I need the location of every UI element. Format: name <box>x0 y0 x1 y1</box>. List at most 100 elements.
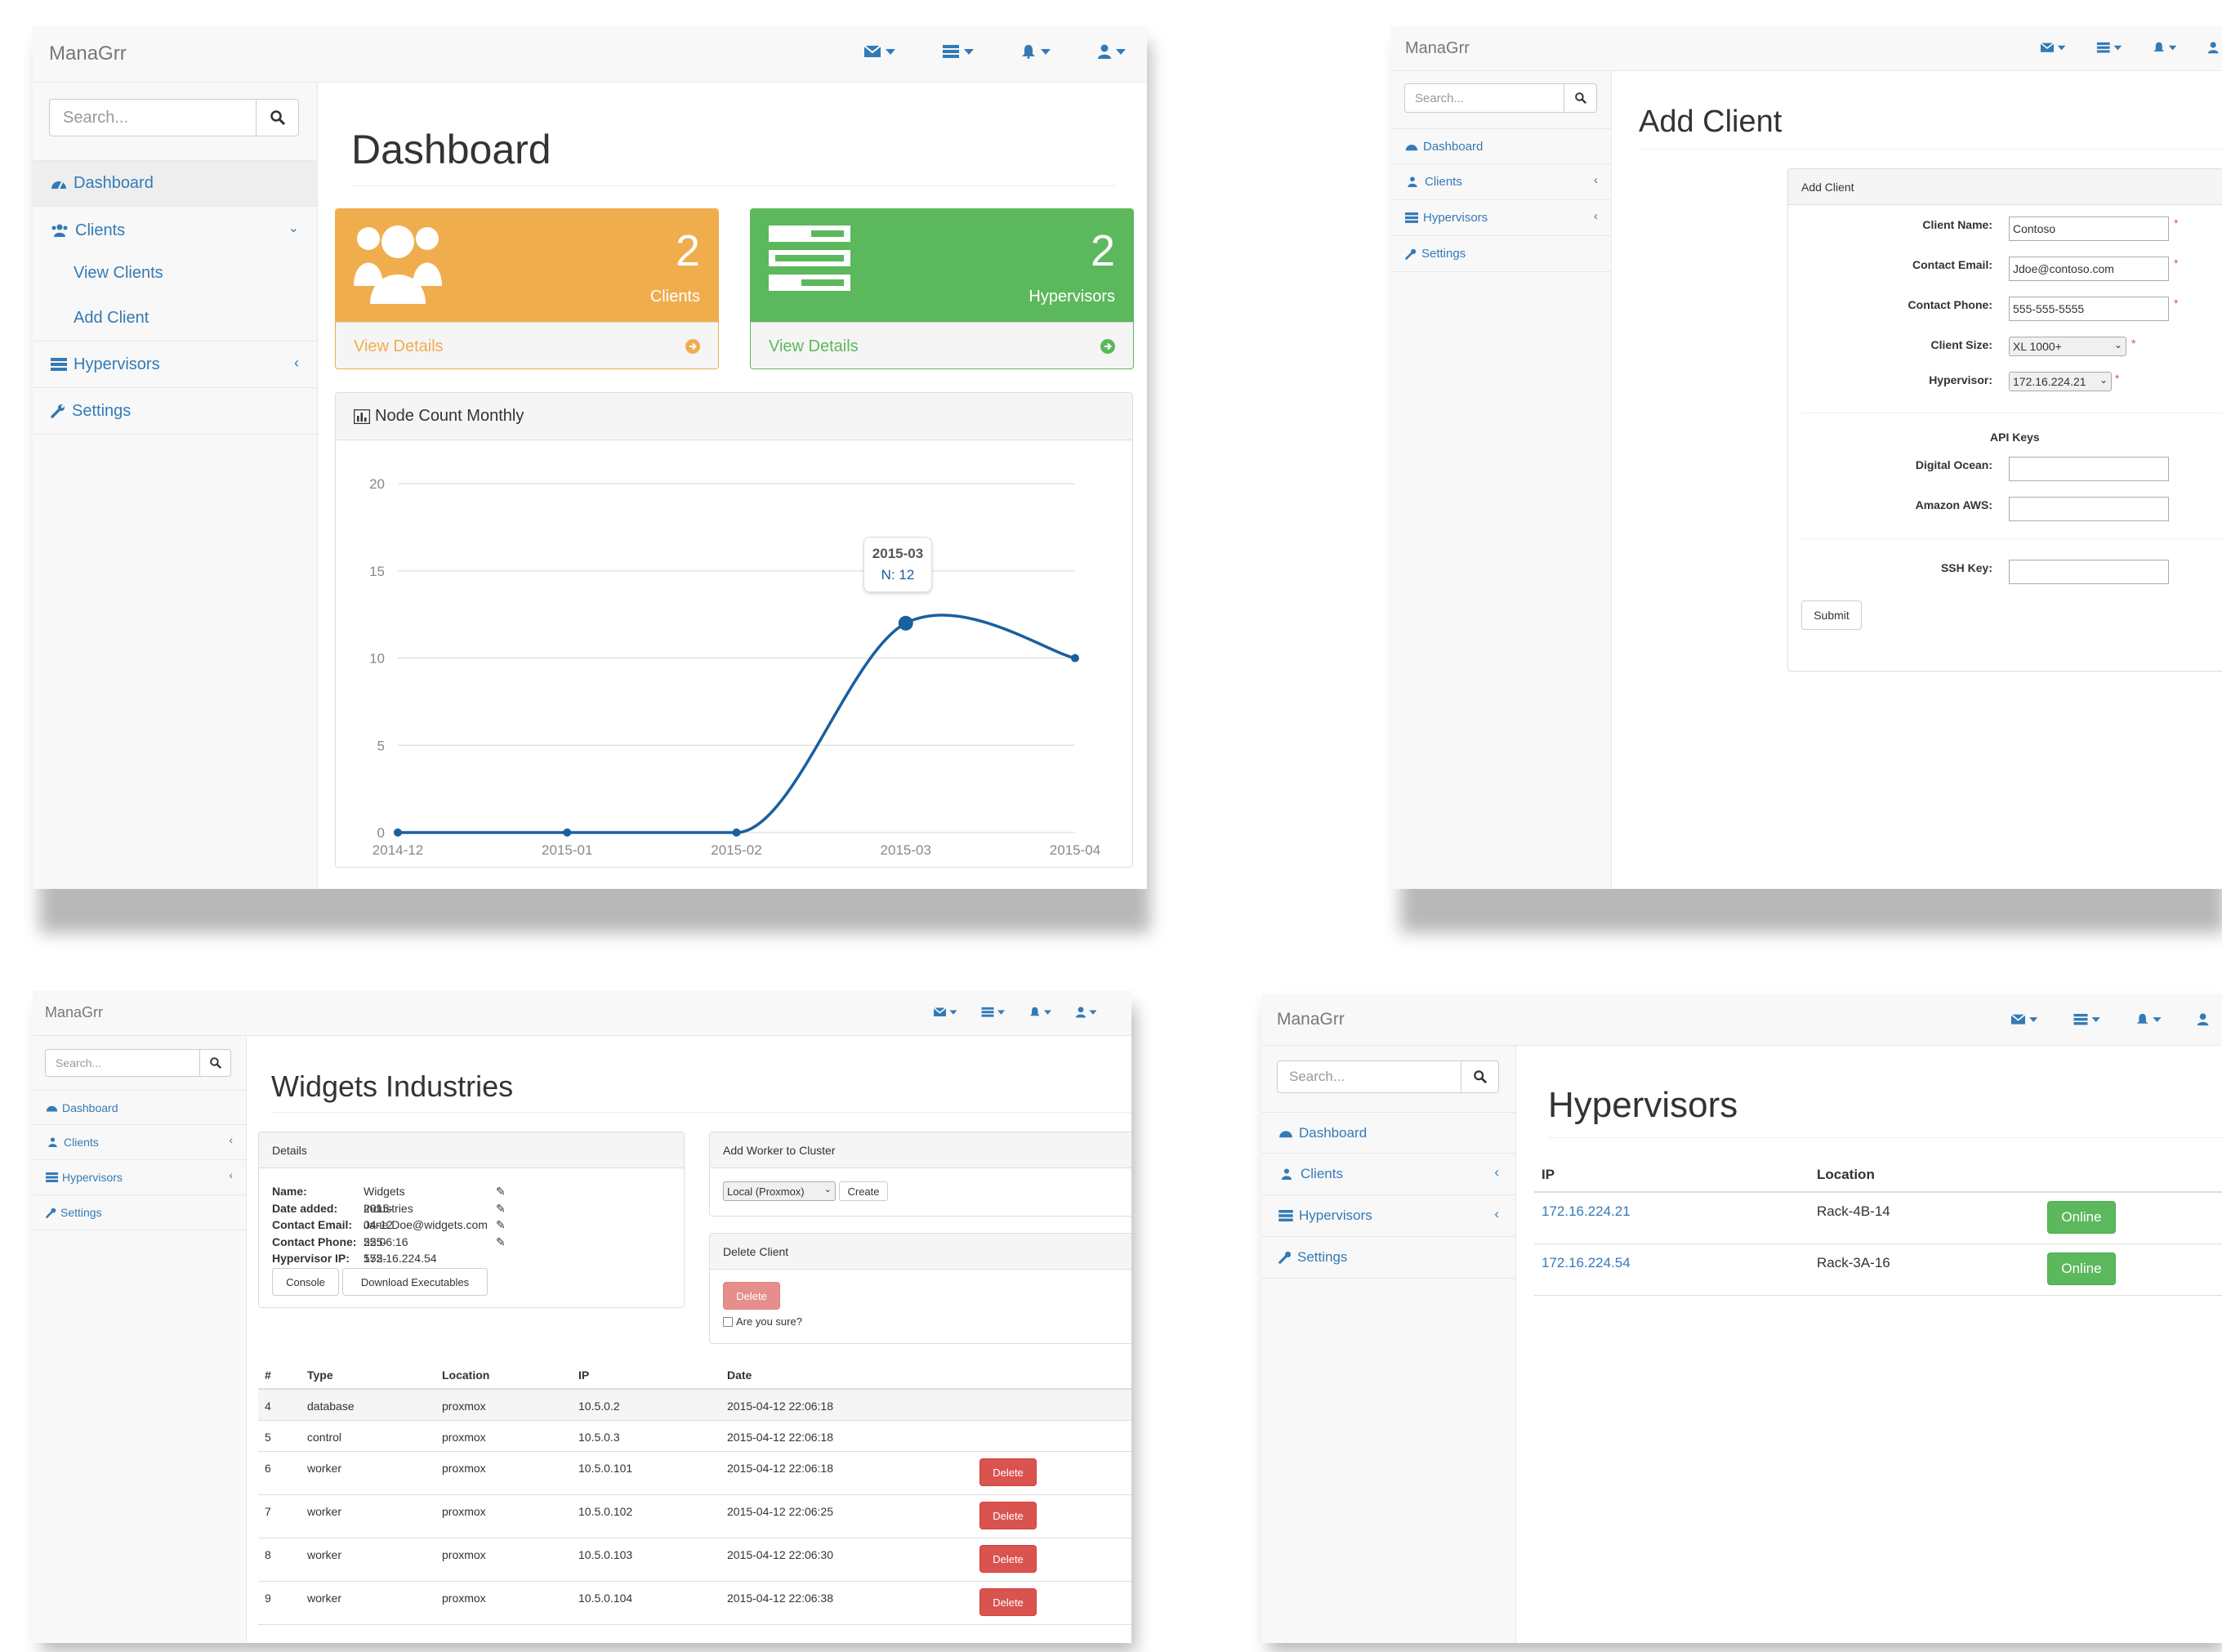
sidebar-item-label: Settings <box>1421 247 1466 261</box>
are-you-sure-checkbox[interactable]: Are you sure? <box>723 1315 802 1328</box>
brand[interactable]: ManaGrr <box>1277 1010 1345 1029</box>
page-title: Dashboard <box>351 127 551 172</box>
delete-client-button[interactable]: Delete <box>723 1282 780 1310</box>
sidebar-subitem-add-client[interactable]: Add Client <box>33 296 317 342</box>
panel-title: Add Client <box>1801 180 1854 194</box>
create-button[interactable]: Create <box>839 1181 888 1201</box>
y-tick-label: 20 <box>369 476 385 492</box>
amazon-aws-input[interactable] <box>2009 497 2169 521</box>
sidebar-item-clients[interactable]: Clients ⌄ <box>33 207 317 254</box>
client-name-input[interactable]: Contoso <box>2009 217 2169 241</box>
table-row: 7 worker proxmox 10.5.0.102 2015-04-12 22:06… <box>258 1495 1131 1538</box>
tasks-dropdown[interactable] <box>943 45 974 58</box>
hypervisors-view-details[interactable]: View Details <box>751 322 1133 368</box>
sidebar-item-settings[interactable]: Settings <box>1261 1237 1515 1279</box>
tasks-dropdown[interactable] <box>2073 1013 2100 1025</box>
sidebar-item-dashboard[interactable]: Dashboard <box>1391 128 1611 164</box>
required-marker: * <box>2115 372 2120 385</box>
cell-type: worker <box>307 1462 342 1475</box>
contact-phone-input[interactable]: 555-555-5555 <box>2009 297 2169 321</box>
alerts-dropdown[interactable] <box>1029 1007 1051 1018</box>
brand[interactable]: ManaGrr <box>49 42 127 65</box>
search-button[interactable] <box>1564 83 1597 113</box>
ssh-key-input[interactable] <box>2009 560 2169 584</box>
edit-icon[interactable]: ✎ <box>496 1217 506 1234</box>
form-divider <box>1801 538 2222 539</box>
alerts-dropdown[interactable] <box>2136 1013 2162 1025</box>
search-button[interactable] <box>1461 1060 1499 1093</box>
clients-card: 2 Clients View Details <box>335 208 719 369</box>
sidebar-subitem-view-clients[interactable]: View Clients <box>33 250 317 296</box>
sidebar-item-hypervisors[interactable]: Hypervisors ‹ <box>33 342 317 388</box>
sidebar-item-label: Clients <box>1301 1166 1343 1181</box>
sidebar-item-hypervisors[interactable]: Hypervisors ‹ <box>1261 1195 1515 1237</box>
search-input[interactable]: Search... <box>1277 1060 1461 1093</box>
details-panel-heading: Details <box>259 1132 684 1168</box>
sidebar-item-settings[interactable]: Settings <box>1391 236 1611 272</box>
sidebar-item-dashboard[interactable]: Dashboard <box>33 160 317 207</box>
sidebar-item-hypervisors[interactable]: Hypervisors ‹ <box>1391 200 1611 236</box>
delete-worker-button[interactable]: Delete <box>979 1588 1037 1616</box>
tasks-dropdown[interactable] <box>981 1007 1005 1017</box>
brand[interactable]: ManaGrr <box>1405 39 1470 58</box>
sidebar-item-hypervisors[interactable]: Hypervisors ‹ <box>33 1160 246 1195</box>
hypervisor-ip-link[interactable]: 172.16.224.21 <box>1542 1203 1631 1220</box>
delete-worker-button[interactable]: Delete <box>979 1502 1037 1529</box>
nav-icons <box>934 1007 1097 1018</box>
messages-dropdown[interactable] <box>934 1007 957 1017</box>
sidebar-item-clients[interactable]: Clients ‹ <box>1391 164 1611 200</box>
delete-worker-button[interactable]: Delete <box>979 1545 1037 1573</box>
sidebar-item-clients[interactable]: Clients ‹ <box>1261 1154 1515 1195</box>
user-dropdown[interactable] <box>2197 1013 2209 1026</box>
hypervisor-select[interactable]: 172.16.224.21 ⌄ <box>2009 372 2112 391</box>
search-input[interactable]: Search... <box>49 99 257 136</box>
delete-worker-button[interactable]: Delete <box>979 1458 1037 1486</box>
search-button[interactable] <box>200 1049 231 1077</box>
search-input[interactable]: Search... <box>1404 83 1564 113</box>
bell-icon <box>2153 42 2165 51</box>
download-executables-button[interactable]: Download Executables <box>342 1268 488 1296</box>
hypervisor-ip-link[interactable]: 172.16.224.54 <box>1542 1255 1631 1271</box>
search-button[interactable] <box>257 99 299 136</box>
worker-type-select[interactable]: Local (Proxmox) ⌄ <box>723 1181 836 1201</box>
brand[interactable]: ManaGrr <box>45 1004 103 1021</box>
nav-icons <box>864 44 1126 59</box>
view-details-link[interactable]: View Details <box>354 337 444 356</box>
checkbox[interactable] <box>723 1316 733 1327</box>
user-dropdown[interactable] <box>2207 42 2219 54</box>
user-dropdown[interactable] <box>1098 44 1126 59</box>
clients-view-details[interactable]: View Details <box>336 322 718 368</box>
status-badge[interactable]: Online <box>2047 1201 2116 1234</box>
sidebar-item-dashboard[interactable]: Dashboard <box>33 1090 246 1125</box>
cell-ip: 10.5.0.101 <box>578 1462 633 1475</box>
console-button[interactable]: Console <box>272 1268 339 1296</box>
messages-dropdown[interactable] <box>2041 42 2066 53</box>
edit-icon[interactable]: ✎ <box>496 1200 506 1217</box>
cell-type: database <box>307 1400 355 1413</box>
sidebar-item-settings[interactable]: Settings <box>33 1195 246 1230</box>
cell-type: worker <box>307 1505 342 1518</box>
edit-icon[interactable]: ✎ <box>496 1183 506 1200</box>
cell-date: 2015-04-12 22:06:25 <box>727 1505 833 1518</box>
search-input[interactable]: Search... <box>45 1049 200 1077</box>
alerts-dropdown[interactable] <box>1021 44 1051 59</box>
edit-icon[interactable]: ✎ <box>496 1234 506 1251</box>
cell-location: proxmox <box>442 1548 486 1561</box>
tasks-dropdown[interactable] <box>2096 42 2122 53</box>
search-icon <box>1574 92 1586 104</box>
status-badge[interactable]: Online <box>2047 1252 2116 1285</box>
sidebar-item-clients[interactable]: Clients ‹ <box>33 1125 246 1160</box>
messages-dropdown[interactable] <box>2011 1014 2038 1025</box>
sidebar-subitem-label: Add Client <box>74 309 149 327</box>
sidebar-item-dashboard[interactable]: Dashboard <box>1261 1112 1515 1154</box>
submit-button[interactable]: Submit <box>1801 601 1862 630</box>
sidebar-item-settings[interactable]: Settings <box>33 388 317 435</box>
alerts-dropdown[interactable] <box>2153 42 2177 53</box>
messages-dropdown[interactable] <box>864 45 895 58</box>
client-size-select[interactable]: XL 1000+ ⌄ <box>2009 337 2126 356</box>
digital-ocean-input[interactable] <box>2009 457 2169 481</box>
contact-email-input[interactable]: Jdoe@contoso.com <box>2009 257 2169 281</box>
sidebar: Search... Dashboard Clients ‹ Hypervisor… <box>1391 71 1612 889</box>
view-details-link[interactable]: View Details <box>769 337 859 356</box>
user-dropdown[interactable] <box>1076 1007 1097 1018</box>
